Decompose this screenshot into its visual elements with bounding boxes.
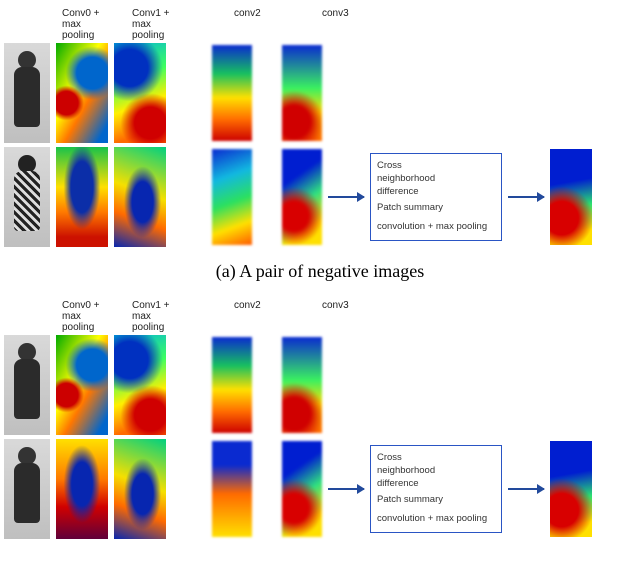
figure-b: Conv0 + max pooling Conv1 + max pooling … [4, 300, 636, 539]
ops-line: Cross [377, 452, 495, 465]
featmap-conv1-bottom [114, 147, 166, 247]
ops-box: Cross neighborhood difference Patch summ… [370, 153, 502, 241]
label-conv0: Conv0 + max pooling [62, 300, 120, 333]
featmap-conv3-top [282, 45, 322, 141]
arrow-to-ops [328, 488, 364, 490]
featmap-conv2-bottom [212, 441, 252, 537]
featmap-conv0-bottom [56, 147, 108, 247]
label-conv3: conv3 [322, 300, 378, 333]
ops-line: Cross [377, 160, 495, 173]
featmap-conv0-top [56, 335, 108, 435]
ops-box: Cross neighborhood difference Patch summ… [370, 445, 502, 533]
ops-line: Patch summary [377, 202, 495, 215]
ops-line: difference [377, 478, 495, 491]
fig-b-row-bottom: Cross neighborhood difference Patch summ… [4, 439, 636, 539]
featmap-conv3-bottom [282, 149, 322, 245]
spacer [4, 8, 50, 41]
layer-labels-row: Conv0 + max pooling Conv1 + max pooling … [4, 8, 636, 41]
caption-a: (a) A pair of negative images [4, 261, 636, 282]
featmap-conv2-top [212, 45, 252, 141]
featmap-conv3-top [282, 337, 322, 433]
featmap-conv0-bottom [56, 439, 108, 539]
ops-line: neighborhood [377, 173, 495, 186]
output-featmap [550, 441, 592, 537]
label-conv3: conv3 [322, 8, 378, 41]
featmap-conv3-bottom [282, 441, 322, 537]
arrow-to-ops [328, 196, 364, 198]
fig-a-row-bottom: Cross neighborhood difference Patch summ… [4, 147, 636, 247]
figure-a: Conv0 + max pooling Conv1 + max pooling … [4, 8, 636, 247]
ops-line: convolution + max pooling [377, 513, 495, 526]
arrow-to-output [508, 196, 544, 198]
spacer [4, 300, 50, 333]
ops-line: difference [377, 186, 495, 199]
input-image-top [4, 335, 50, 435]
label-conv1: Conv1 + max pooling [132, 8, 190, 41]
output-featmap [550, 149, 592, 245]
layer-labels-row: Conv0 + max pooling Conv1 + max pooling … [4, 300, 636, 333]
featmap-conv0-top [56, 43, 108, 143]
arrow-to-output [508, 488, 544, 490]
fig-a-row-top [4, 43, 636, 143]
label-conv2: conv2 [234, 8, 290, 41]
ops-line: Patch summary [377, 494, 495, 507]
featmap-conv1-bottom [114, 439, 166, 539]
featmap-conv1-top [114, 43, 166, 143]
label-conv2: conv2 [234, 300, 290, 333]
featmap-conv1-top [114, 335, 166, 435]
input-image-bottom [4, 147, 50, 247]
featmap-conv2-bottom [212, 149, 252, 245]
fig-b-row-top [4, 335, 636, 435]
input-image-bottom [4, 439, 50, 539]
ops-line: neighborhood [377, 465, 495, 478]
ops-line: convolution + max pooling [377, 221, 495, 234]
input-image-top [4, 43, 50, 143]
featmap-conv2-top [212, 337, 252, 433]
label-conv0: Conv0 + max pooling [62, 8, 120, 41]
label-conv1: Conv1 + max pooling [132, 300, 190, 333]
